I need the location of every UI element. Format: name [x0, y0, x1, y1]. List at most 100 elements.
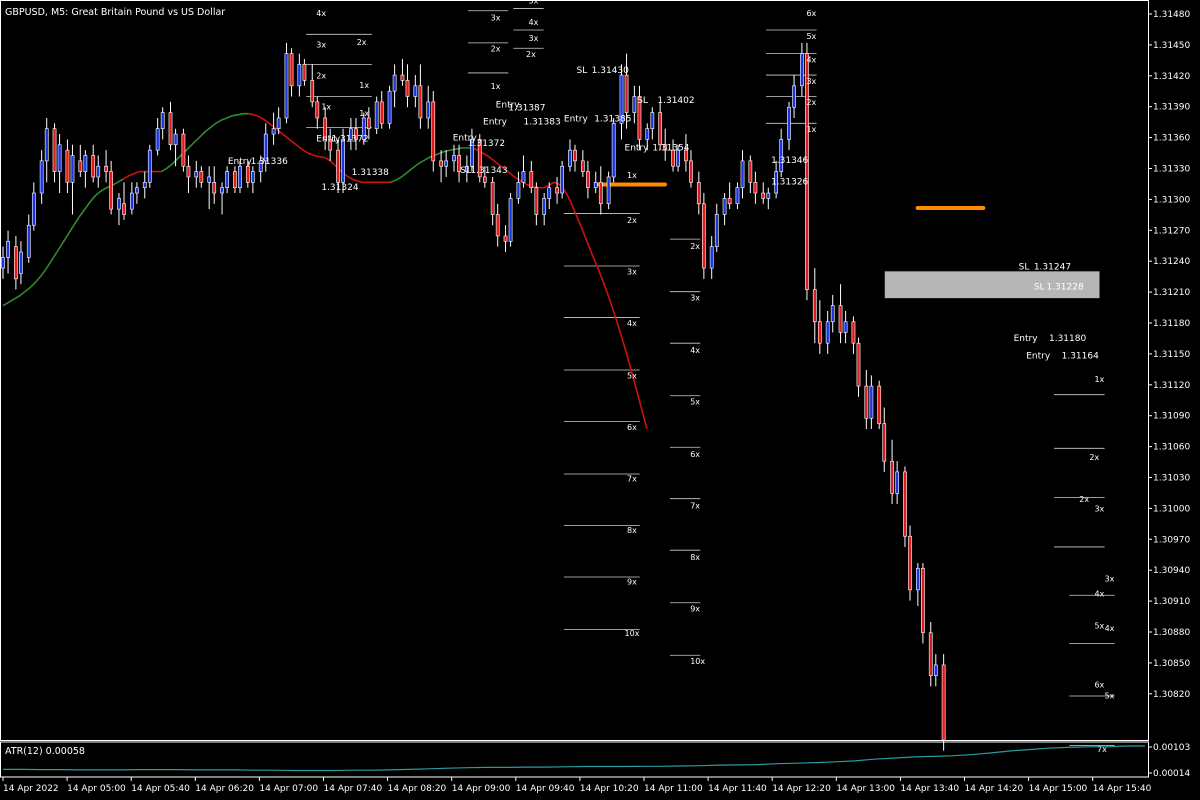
multiplier-label: 5x — [627, 372, 637, 381]
multiplier-label: 3x — [1094, 505, 1104, 514]
candle-body — [57, 144, 62, 172]
candle-body — [297, 64, 302, 87]
x-tick-label: 14 Apr 06:20 — [195, 784, 254, 794]
x-tick-label: 14 Apr 08:20 — [388, 784, 447, 794]
candle-body — [44, 128, 49, 162]
candle-body — [568, 149, 572, 167]
candle-body — [598, 182, 603, 205]
trade-label: 1.31326 — [771, 178, 808, 188]
y-tick-label: 1.31120 — [1153, 381, 1190, 391]
candle-body — [869, 385, 874, 419]
multiplier-label: 5x — [1105, 691, 1115, 700]
trade-label: Entry — [1026, 351, 1051, 361]
candle-body — [207, 176, 212, 183]
candle-body — [52, 128, 57, 172]
x-tick-label: 14 Apr 10:20 — [580, 784, 639, 794]
candle-body — [805, 53, 809, 290]
candle-body — [310, 80, 315, 103]
candle-body — [315, 101, 320, 119]
candle-body — [289, 53, 294, 87]
multiplier-label: 5x — [690, 397, 700, 406]
multiplier-label: 4x — [690, 346, 700, 355]
candle-body — [830, 305, 835, 323]
x-tick-label: 14 Apr 05:40 — [131, 784, 190, 794]
candle-body — [91, 155, 96, 178]
candle-body — [135, 187, 139, 194]
multiplier-label: 3x — [316, 40, 326, 49]
y-tick-label: 1.31270 — [1153, 226, 1190, 236]
candle-body — [387, 90, 392, 124]
y-tick-label: 1.31150 — [1153, 350, 1190, 360]
candle-body — [611, 123, 616, 178]
candle-body — [225, 171, 229, 188]
y-tick-label: 1.31300 — [1153, 195, 1190, 205]
candle-body — [413, 85, 418, 97]
candle-body — [336, 149, 340, 183]
candle-body — [431, 101, 436, 162]
y-tick-label: 1.31480 — [1153, 10, 1190, 20]
candle-body — [812, 289, 817, 323]
candle-body — [689, 160, 693, 183]
candle-body — [650, 112, 655, 129]
candle-body — [696, 182, 701, 205]
x-tick-label: 14 Apr 13:40 — [900, 784, 959, 794]
multiplier-label: 4x — [806, 55, 816, 64]
multiplier-label: 6x — [690, 450, 700, 459]
candle-body — [284, 53, 289, 119]
trade-label: SL — [637, 96, 648, 106]
candle-body — [19, 251, 23, 274]
candle-body — [915, 568, 920, 591]
trade-label: 1.31372 — [331, 135, 368, 145]
candle-body — [882, 423, 887, 462]
y-tick-label: 1.31060 — [1153, 443, 1190, 453]
trade-label: Entry — [228, 157, 253, 167]
multiplier-label: 2x — [806, 98, 816, 107]
multiplier-label: 3x — [806, 77, 816, 86]
candle-body — [122, 203, 126, 215]
candle-body — [374, 101, 379, 129]
multiplier-label: 1x — [321, 103, 331, 112]
y-tick-label: 1.31240 — [1153, 257, 1190, 267]
candle-body — [727, 198, 732, 205]
candle-body — [921, 568, 925, 634]
trade-label: Entry — [625, 143, 650, 153]
candle-body — [658, 112, 663, 146]
trade-label: 1.31336 — [251, 157, 288, 167]
indicator-tick-label: 0.00103 — [1153, 743, 1190, 753]
candle-body — [142, 182, 147, 188]
candle-body — [96, 165, 101, 178]
multiplier-label: 1x — [806, 125, 816, 134]
multiplier-label: 4x — [1105, 624, 1115, 633]
candle-body — [593, 182, 598, 188]
y-tick-label: 1.31030 — [1153, 474, 1190, 484]
multiplier-label: 2x — [316, 71, 326, 80]
trade-label: 1.31164 — [1062, 351, 1099, 361]
trade-label: 1.31354 — [652, 143, 689, 153]
x-tick-label: 14 Apr 07:40 — [324, 784, 383, 794]
x-tick-label: 14 Apr 15:40 — [1093, 784, 1152, 794]
candle-body — [490, 182, 495, 215]
candle-body — [521, 171, 526, 183]
trade-label: SL — [1019, 262, 1030, 272]
candle-body — [452, 155, 456, 162]
candle-body — [439, 160, 443, 167]
candle-body — [529, 171, 534, 188]
multiplier-label: 2x — [1089, 453, 1099, 462]
candle-body — [83, 155, 88, 172]
trade-label: 1.31387 — [508, 104, 545, 114]
multiplier-label: 2x — [526, 50, 536, 59]
candle-body — [903, 471, 907, 537]
multiplier-label: 5x — [1094, 622, 1104, 631]
y-tick-label: 1.30910 — [1153, 597, 1190, 607]
trade-label: 1.31372 — [468, 139, 505, 149]
candle-body — [271, 128, 276, 135]
y-tick-label: 1.31390 — [1153, 103, 1190, 113]
candle-body — [714, 214, 719, 247]
candle-body — [173, 133, 178, 146]
candle-body — [941, 664, 946, 741]
x-tick-label: 14 Apr 14:20 — [965, 784, 1024, 794]
multiplier-label: 10x — [690, 657, 705, 666]
x-tick-label: 14 Apr 05:00 — [67, 784, 126, 794]
trade-label: 1.31346 — [771, 156, 808, 166]
candle-body — [426, 101, 431, 119]
